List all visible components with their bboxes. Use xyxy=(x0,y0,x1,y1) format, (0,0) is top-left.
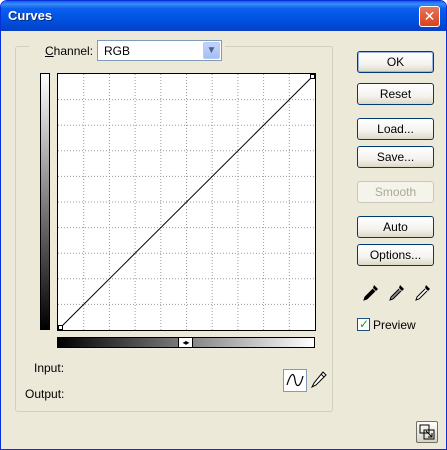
white-point-eyedropper-icon[interactable] xyxy=(413,283,433,303)
reset-button[interactable]: Reset xyxy=(357,83,434,105)
close-icon: ✕ xyxy=(423,8,436,24)
preview-checkbox[interactable]: ✓ xyxy=(357,317,370,331)
preview-label[interactable]: Preview xyxy=(373,318,416,332)
curve-graph[interactable] xyxy=(58,74,315,330)
curve-point-white[interactable] xyxy=(310,74,315,79)
close-button[interactable]: ✕ xyxy=(419,6,440,27)
load-button[interactable]: Load... xyxy=(357,118,434,140)
channel-select-value: RGB xyxy=(104,44,131,58)
gradient-toggle-icon[interactable]: ◂▸ xyxy=(178,337,193,348)
black-point-eyedropper-icon[interactable] xyxy=(361,283,381,303)
chevron-down-icon[interactable]: ▼ xyxy=(203,42,220,59)
gray-point-eyedropper-icon[interactable] xyxy=(387,283,407,303)
pencil-tool-icon xyxy=(310,371,327,389)
checkmark-icon: ✓ xyxy=(359,317,370,331)
curves-dialog: Curves ✕ Channel: RGB ▼ ◂▸ Input: Output… xyxy=(0,0,447,450)
auto-button[interactable]: Auto xyxy=(357,216,434,238)
curve-tool-button[interactable] xyxy=(283,369,307,392)
pencil-tool-button[interactable] xyxy=(310,371,327,389)
expand-grid-icon xyxy=(419,424,435,440)
channel-select[interactable]: RGB ▼ xyxy=(97,40,222,61)
input-label: Input: xyxy=(34,361,65,375)
smooth-button[interactable]: Smooth xyxy=(357,181,434,203)
channel-label: Channel: xyxy=(45,44,94,58)
curve-grid[interactable] xyxy=(57,73,316,331)
output-gradient-bar xyxy=(40,73,50,330)
window-title: Curves xyxy=(8,8,53,23)
ok-button[interactable]: OK xyxy=(357,51,434,73)
eyedropper-group xyxy=(361,283,441,305)
expand-grid-button[interactable] xyxy=(416,421,438,443)
options-button[interactable]: Options... xyxy=(357,244,434,266)
save-button[interactable]: Save... xyxy=(357,146,434,168)
output-label: Output: xyxy=(25,387,65,401)
curve-tool-icon xyxy=(286,374,304,387)
title-bar[interactable]: Curves ✕ xyxy=(1,1,446,31)
curve-point-black[interactable] xyxy=(58,325,63,330)
